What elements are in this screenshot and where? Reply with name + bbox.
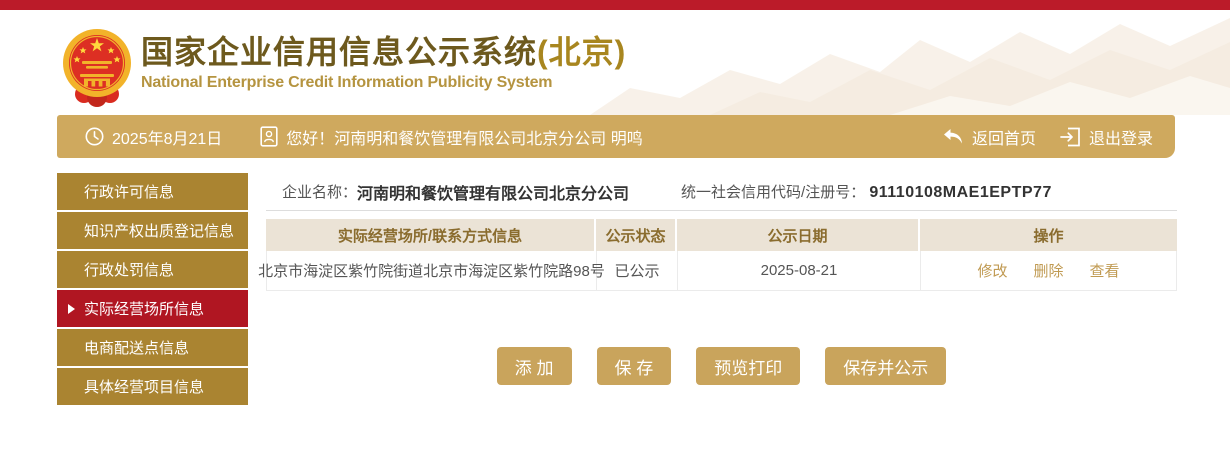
sidebar-item-actual-premises[interactable]: 实际经营场所信息 [57,290,248,327]
sidebar-item-administrative-penalty[interactable]: 行政处罚信息 [57,251,248,288]
current-date: 2025年8月21日 [112,130,223,148]
add-button[interactable]: 添 加 [496,347,572,385]
cell-status: 已公示 [597,251,678,290]
sidebar-item-ip-pledge[interactable]: 知识产权出质登记信息 [57,212,248,249]
logout-label: 退出登录 [1088,130,1153,148]
row-actions: 修改 删除 查看 [977,260,1119,281]
top-red-strip [0,0,1230,10]
main-content: 企业名称： 河南明和餐饮管理有限公司北京分公司 统一社会信用代码/注册号： 91… [258,173,1177,385]
user-bar: 2025年8月21日 您好！河南明和餐饮管理有限公司北京分公司 明鸣 返回首页 [57,115,1175,158]
title-region-text: (北京) [537,34,627,70]
sidebar-item-label: 电商配送点信息 [84,340,190,357]
credit-code-value: 91110108MAE1EPTP77 [869,184,1052,201]
title-cn-text: 国家企业信用信息公示系统 [141,34,538,70]
col-header-date: 公示日期 [677,219,920,251]
credit-code-group: 统一社会信用代码/注册号： 91110108MAE1EPTP77 [681,181,1052,202]
greatwall-watermark [590,18,1230,115]
preview-print-button[interactable]: 预览打印 [696,347,801,385]
page: 国家企业信用信息公示系统(北京) National Enterprise Cre… [0,0,1230,463]
user-bar-links: 返回首页 退出登录 [942,125,1153,149]
delete-link[interactable]: 删除 [1033,260,1063,281]
page-subtitle: National Enterprise Credit Information P… [141,74,553,91]
button-row: 添 加 保 存 预览打印 保存并公示 [266,347,1177,385]
sidebar-item-label: 行政处罚信息 [84,262,175,279]
col-header-actions: 操作 [1033,227,1064,245]
date-group: 2025年8月21日 [85,125,222,149]
sidebar-item-administrative-license[interactable]: 行政许可信息 [57,173,248,210]
premises-table: 实际经营场所/联系方式信息 公示状态 公示日期 操作 北京市海淀区紫竹院街道北京… [258,219,1177,291]
sidebar-item-label: 行政许可信息 [84,184,175,201]
company-info-row: 企业名称： 河南明和餐饮管理有限公司北京分公司 统一社会信用代码/注册号： 91… [266,173,1177,211]
back-home-label: 返回首页 [971,130,1036,148]
sidebar-item-label: 知识产权出质登记信息 [84,223,235,240]
sidebar-item-ecommerce-delivery[interactable]: 电商配送点信息 [57,329,248,366]
company-name-value: 河南明和餐饮管理有限公司北京分公司 [357,185,630,203]
col-header-premises: 实际经营场所/联系方式信息 [266,219,596,251]
company-name-label: 企业名称： [282,184,358,201]
cell-address: 北京市海淀区紫竹院街道北京市海淀区紫竹院路98号 [258,251,605,290]
save-and-publish-button[interactable]: 保存并公示 [825,347,947,385]
col-header-status: 公示状态 [596,219,677,251]
id-badge-icon [260,126,278,147]
cell-actions: 修改 删除 查看 [921,251,1176,290]
sidebar-menu: 行政许可信息 知识产权出质登记信息 行政处罚信息 实际经营场所信息 电商配送点信… [57,173,248,407]
cell-date: 2025-08-21 [678,251,921,290]
logout-icon [1060,127,1080,146]
edit-link[interactable]: 修改 [977,260,1007,281]
sidebar-item-specific-business[interactable]: 具体经营项目信息 [57,368,248,405]
site-title-block: 国家企业信用信息公示系统(北京) National Enterprise Cre… [141,32,626,92]
return-arrow-icon [943,128,962,143]
triangle-right-icon [68,303,75,314]
view-link[interactable]: 查看 [1090,260,1120,281]
back-home-link[interactable]: 返回首页 [942,125,1036,149]
site-header: 国家企业信用信息公示系统(北京) National Enterprise Cre… [0,10,1230,115]
credit-code-label: 统一社会信用代码/注册号： [681,184,866,201]
page-title: 国家企业信用信息公示系统(北京) [141,32,626,72]
national-emblem-logo [63,29,131,107]
sidebar-item-label: 具体经营项目信息 [84,379,205,396]
sidebar-item-label: 实际经营场所信息 [84,301,205,318]
table-header-row: 实际经营场所/联系方式信息 公示状态 公示日期 操作 [266,219,1177,251]
table-row: 北京市海淀区紫竹院街道北京市海淀区紫竹院路98号 已公示 2025-08-21 … [258,251,1177,291]
save-button[interactable]: 保 存 [596,347,672,385]
greeting-group: 您好！河南明和餐饮管理有限公司北京分公司 明鸣 [260,125,643,149]
user-greeting: 您好！河南明和餐饮管理有限公司北京分公司 明鸣 [286,130,643,148]
clock-icon [85,127,104,146]
logout-link[interactable]: 退出登录 [1060,125,1153,149]
